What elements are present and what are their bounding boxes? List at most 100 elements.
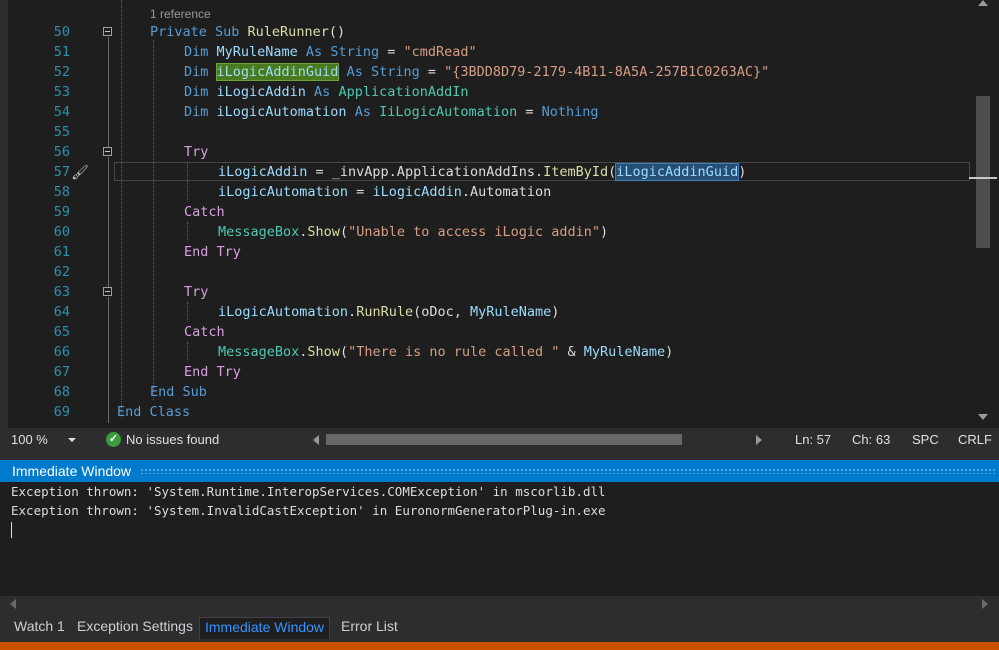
code-token: Show [307,224,340,240]
code-token: iLogicAddin [216,84,306,100]
code-text[interactable]: Dim iLogicAddin As ApplicationAddIn [184,82,468,102]
code-token: "There is no rule called " [348,344,560,360]
code-text[interactable]: Catch [184,322,225,342]
line-number: 53 [53,84,70,100]
code-text[interactable]: iLogicAutomation = iLogicAddin.Automatio… [218,182,551,202]
line-number: 68 [53,384,70,400]
tab-error-list[interactable]: Error List [336,617,403,639]
code-line[interactable]: 64 iLogicAutomation.RunRule(oDoc, MyRuleN… [0,302,975,322]
code-token: "cmdRead" [403,44,477,60]
panel-splitter[interactable] [0,452,999,460]
column-indicator[interactable]: Ch: 63 [852,432,890,447]
code-text[interactable]: Dim iLogicAutomation As IiLogicAutomatio… [184,102,599,122]
zoom-dropdown-icon[interactable] [68,438,76,442]
code-token: iLogicAddin [218,164,308,180]
code-token: End Try [184,244,241,260]
tab-exception-settings[interactable]: Exception Settings [72,617,198,639]
panel-title: Immediate Window [12,463,132,479]
code-line[interactable]: 59 Catch [0,202,975,222]
code-line[interactable]: 51 Dim MyRuleName As String = "cmdRead" [0,42,975,62]
scroll-down-icon[interactable] [978,414,988,420]
code-token: MyRuleName [470,304,552,320]
code-text[interactable]: End Try [184,242,241,262]
line-number: 67 [53,364,70,380]
code-text[interactable]: Catch [184,202,225,222]
code-editor[interactable]: 1 reference 🖌 50 Private Sub RuleRunner()… [0,0,999,428]
code-token: String [330,44,380,60]
code-line[interactable]: 62 [0,262,975,282]
code-line[interactable]: 67 End Try [0,362,975,382]
code-line[interactable]: 69 End Class [0,402,975,422]
code-line[interactable]: 57 iLogicAddin = _invApp.ApplicationAddIn… [0,162,975,182]
code-line[interactable]: 66 MessageBox.Show("There is no rule call… [0,342,975,362]
code-token: Catch [184,204,225,220]
immediate-window-content[interactable]: Exception thrown: 'System.Runtime.Intero… [0,482,999,596]
code-token: = [379,44,404,60]
scroll-right-icon[interactable] [982,599,988,609]
code-token: () [328,24,346,40]
line-number: 54 [53,104,70,120]
code-token: Private Sub [150,24,248,40]
code-token: ( [339,224,349,240]
code-text[interactable]: Dim iLogicAddinGuid As String = "{3BDD8D… [184,62,769,82]
line-ending-indicator[interactable]: CRLF [958,432,992,447]
line-number: 51 [53,44,70,60]
code-line[interactable]: 55 [0,122,975,142]
immediate-window-header[interactable]: Immediate Window [0,460,999,482]
line-number: 61 [53,244,70,260]
code-line[interactable]: 65 Catch [0,322,975,342]
codelens-reference-hint[interactable]: 1 reference [150,7,211,21]
code-token: Try [184,284,209,300]
issues-status[interactable]: No issues found [126,432,219,447]
scroll-up-icon[interactable] [978,0,988,6]
code-line[interactable]: 61 End Try [0,242,975,262]
tab-immediate-window[interactable]: Immediate Window [199,617,331,639]
code-text[interactable]: MessageBox.Show("Unable to access iLogic… [218,222,608,242]
code-token: ) [738,164,747,180]
code-text[interactable]: Try [184,142,208,162]
code-line[interactable]: 63 Try [0,282,975,302]
output-line: Exception thrown: 'System.InvalidCastExc… [11,503,606,518]
code-line[interactable]: 60 MessageBox.Show("Unable to access iLog… [0,222,975,242]
code-text[interactable]: MessageBox.Show("There is no rule called… [218,342,673,362]
code-text[interactable]: Dim MyRuleName As String = "cmdRead" [184,42,477,62]
selected-identifier: iLogicAddinGuid [615,163,740,181]
scroll-left-icon[interactable] [313,435,319,445]
scroll-right-icon[interactable] [756,435,762,445]
code-text[interactable]: End Sub [150,382,207,402]
code-token: IiLogicAutomation [379,104,518,120]
code-text[interactable]: iLogicAutomation.RunRule(oDoc, MyRuleNam… [218,302,559,322]
code-line[interactable]: 52 Dim iLogicAddinGuid As String = "{3BDD… [0,62,975,82]
code-token: Nothing [541,104,599,120]
editor-horizontal-scrollbar[interactable] [326,434,746,445]
editor-vertical-scrollbar[interactable] [969,0,999,428]
immediate-horizontal-scrollbar[interactable] [0,596,999,612]
code-token: iLogicAutomation [218,184,349,200]
code-line[interactable]: 68 End Sub [0,382,975,402]
caret-position-marker [969,177,997,179]
scrollbar-thumb[interactable] [326,434,682,445]
scroll-left-icon[interactable] [10,599,16,609]
code-token: Dim [184,104,217,120]
code-text[interactable]: End Class [117,402,190,422]
code-text[interactable]: Try [184,282,208,302]
whitespace-indicator[interactable]: SPC [912,432,939,447]
code-token: ) [600,224,609,240]
code-line[interactable]: 58 iLogicAutomation = iLogicAddin.Automat… [0,182,975,202]
zoom-level[interactable]: 100 % [11,432,48,447]
code-line[interactable]: 53 Dim iLogicAddin As ApplicationAddIn [0,82,975,102]
scrollbar-thumb[interactable] [976,96,990,248]
code-token: MyRuleName [583,344,666,360]
code-token: ( [339,344,349,360]
code-token: Show [307,344,340,360]
tab-watch-1[interactable]: Watch 1 [9,617,70,639]
code-line[interactable]: 50 Private Sub RuleRunner() [0,22,975,42]
line-number-indicator[interactable]: Ln: 57 [795,432,831,447]
code-token: = [348,184,373,200]
code-text[interactable]: Private Sub RuleRunner() [150,22,345,42]
code-line[interactable]: 56 Try [0,142,975,162]
code-text[interactable]: End Try [184,362,241,382]
drag-grip[interactable] [140,468,995,474]
code-text[interactable]: iLogicAddin = _invApp.ApplicationAddIns.… [218,162,746,182]
code-line[interactable]: 54 Dim iLogicAutomation As IiLogicAutomat… [0,102,975,122]
